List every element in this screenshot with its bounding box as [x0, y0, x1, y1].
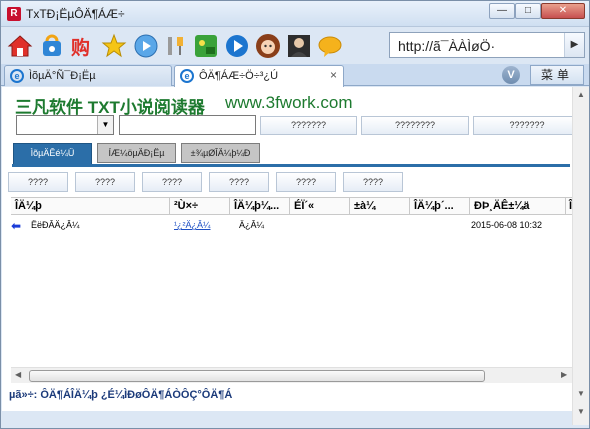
scroll-right-icon[interactable]: ▶	[561, 370, 567, 379]
action-link[interactable]: ¹¿²Ä¿Â¼	[174, 220, 211, 230]
filter-button-1[interactable]: ????	[8, 172, 68, 192]
tab-local-folder[interactable]: ±¾µØÎÄ¼þ¼Ð	[181, 143, 260, 163]
table-row[interactable]: ⬅ ËëÐÂÄ¿Â¼ ¹¿²Ä¿Â¼ Ä¿Â¼ 2015-06-08 10:32	[11, 218, 572, 234]
browser-tab-label: ÔÄ¶ÁÆ÷Ö÷³¿Ú	[199, 70, 279, 82]
address-text: http://ã¯ÀÀÌøÖ·	[398, 38, 496, 54]
shopping-icon[interactable]: 购	[69, 33, 95, 59]
photo-icon[interactable]	[286, 33, 312, 59]
column-divider[interactable]	[409, 198, 410, 215]
column-divider[interactable]	[469, 198, 470, 215]
ie-icon: e	[10, 69, 24, 83]
app-window: R TxTÐ¡ËµÔÄ¶ÁÆ÷ — □ ✕ 购 http://ã¯ÀÀÌøÖ· …	[0, 0, 590, 429]
chat-icon[interactable]	[317, 33, 343, 59]
search-input[interactable]	[119, 115, 256, 135]
folder-cell: Ä¿Â¼	[239, 220, 265, 230]
browser-tab-bar: e ÌõµÄ°Ñ¯Ð¡Ëµ e ÔÄ¶ÁÆ÷Ö÷³¿Ú × V 菜单	[1, 64, 589, 87]
scroll-up-icon[interactable]: ▲	[577, 90, 585, 99]
game-icon[interactable]	[193, 33, 219, 59]
filter-button-3[interactable]: ????	[142, 172, 202, 192]
minimize-button[interactable]: —	[489, 3, 515, 19]
play-icon[interactable]	[224, 33, 250, 59]
column-header[interactable]: ±à¼­	[354, 200, 375, 212]
column-header[interactable]: ÎÄ¼þ´...	[414, 200, 454, 212]
file-name-cell[interactable]: ËëÐÂÄ¿Â¼	[31, 220, 80, 230]
column-divider[interactable]	[229, 198, 230, 215]
category-select[interactable]: ▼	[16, 115, 114, 135]
column-header[interactable]: ÎÄ¼þ	[15, 200, 42, 212]
maximize-button[interactable]: □	[515, 3, 541, 19]
tab-recommended[interactable]: ÍÆ¼öµÄÐ¡Ëµ	[97, 143, 176, 163]
scrollbar-thumb[interactable]	[29, 370, 485, 382]
column-divider[interactable]	[349, 198, 350, 215]
vertical-scrollbar[interactable]: ▲ ▼ ▼	[572, 87, 589, 425]
avatar-girl-icon[interactable]	[255, 33, 281, 59]
browser-tab-1[interactable]: e ÌõµÄ°Ñ¯Ð¡Ëµ	[4, 65, 172, 86]
column-header[interactable]: ²Ù×÷	[174, 200, 198, 212]
horizontal-scrollbar[interactable]: ◀ ▶	[11, 367, 572, 383]
tools-icon[interactable]	[163, 33, 189, 59]
v-button[interactable]: V	[502, 66, 520, 84]
tab-underline	[12, 164, 570, 167]
title-bar: R TxTÐ¡ËµÔÄ¶ÁÆ÷ — □ ✕	[1, 1, 589, 27]
tab-bookshelf[interactable]: ÌõµÄÊé¼Ü	[13, 143, 92, 165]
media-icon[interactable]	[133, 33, 159, 59]
browser-tab-label: ÌõµÄ°Ñ¯Ð¡Ëµ	[29, 70, 96, 82]
filter-button-6[interactable]: ????	[343, 172, 403, 192]
search-button-3[interactable]: ???????	[473, 116, 572, 135]
column-divider[interactable]	[169, 198, 170, 215]
browser-tab-2[interactable]: e ÔÄ¶ÁÆ÷Ö÷³¿Ú ×	[174, 65, 344, 87]
menu-button[interactable]: 菜单	[530, 65, 584, 85]
search-button-2[interactable]: ????????	[361, 116, 469, 135]
close-button[interactable]: ✕	[541, 3, 585, 19]
filter-button-4[interactable]: ????	[209, 172, 269, 192]
scroll-down-icon[interactable]: ▼	[577, 407, 585, 416]
window-title: TxTÐ¡ËµÔÄ¶ÁÆ÷	[26, 7, 125, 21]
arrow-left-icon: ⬅	[11, 219, 22, 233]
status-text: µã»÷: ÔÄ¶ÁÎÄ¼þ ¿É¼ÌÐøÔÄ¶ÁÒÔÇ°ÔÄ¶Á	[9, 389, 233, 401]
svg-text:购: 购	[71, 36, 90, 59]
column-divider[interactable]	[289, 198, 290, 215]
go-button[interactable]: ▶	[564, 33, 584, 57]
search-button-1[interactable]: ???????	[260, 116, 357, 135]
scroll-left-icon[interactable]: ◀	[15, 370, 21, 379]
address-bar[interactable]: http://ã¯ÀÀÌøÖ· ▶	[389, 32, 585, 58]
tab-close-icon[interactable]: ×	[330, 68, 337, 82]
toolbar: 购 http://ã¯ÀÀÌøÖ· ▶	[1, 28, 589, 64]
column-header[interactable]: ÐÞ¸ÄÊ±¼ä	[474, 200, 530, 212]
home-icon[interactable]	[7, 33, 33, 59]
star-icon[interactable]	[101, 33, 127, 59]
chevron-down-icon[interactable]: ▼	[97, 116, 113, 134]
scroll-down-icon[interactable]: ▼	[577, 389, 585, 398]
table-header: ÎÄ¼þ ²Ù×÷ ÎÄ¼þ¼... ÉÏ´« ±à¼­ ÎÄ¼þ´... ÐÞ…	[11, 197, 572, 215]
column-divider[interactable]	[565, 198, 566, 215]
column-header[interactable]: ÉÏ´«	[294, 200, 314, 212]
brand-url: www.3fwork.com	[225, 93, 353, 112]
app-logo-icon: R	[7, 7, 21, 21]
column-header[interactable]: ÎÄ¼þ¼...	[234, 200, 279, 212]
recycle-icon[interactable]	[39, 33, 65, 59]
modified-date-cell: 2015-06-08 10:32	[471, 220, 543, 230]
filter-button-5[interactable]: ????	[276, 172, 336, 192]
ie-icon: e	[180, 69, 194, 83]
filter-button-2[interactable]: ????	[75, 172, 135, 192]
page-content: 三凡软件 TXT小说阅读器 www.3fwork.com ▼ ??????? ?…	[2, 87, 572, 411]
